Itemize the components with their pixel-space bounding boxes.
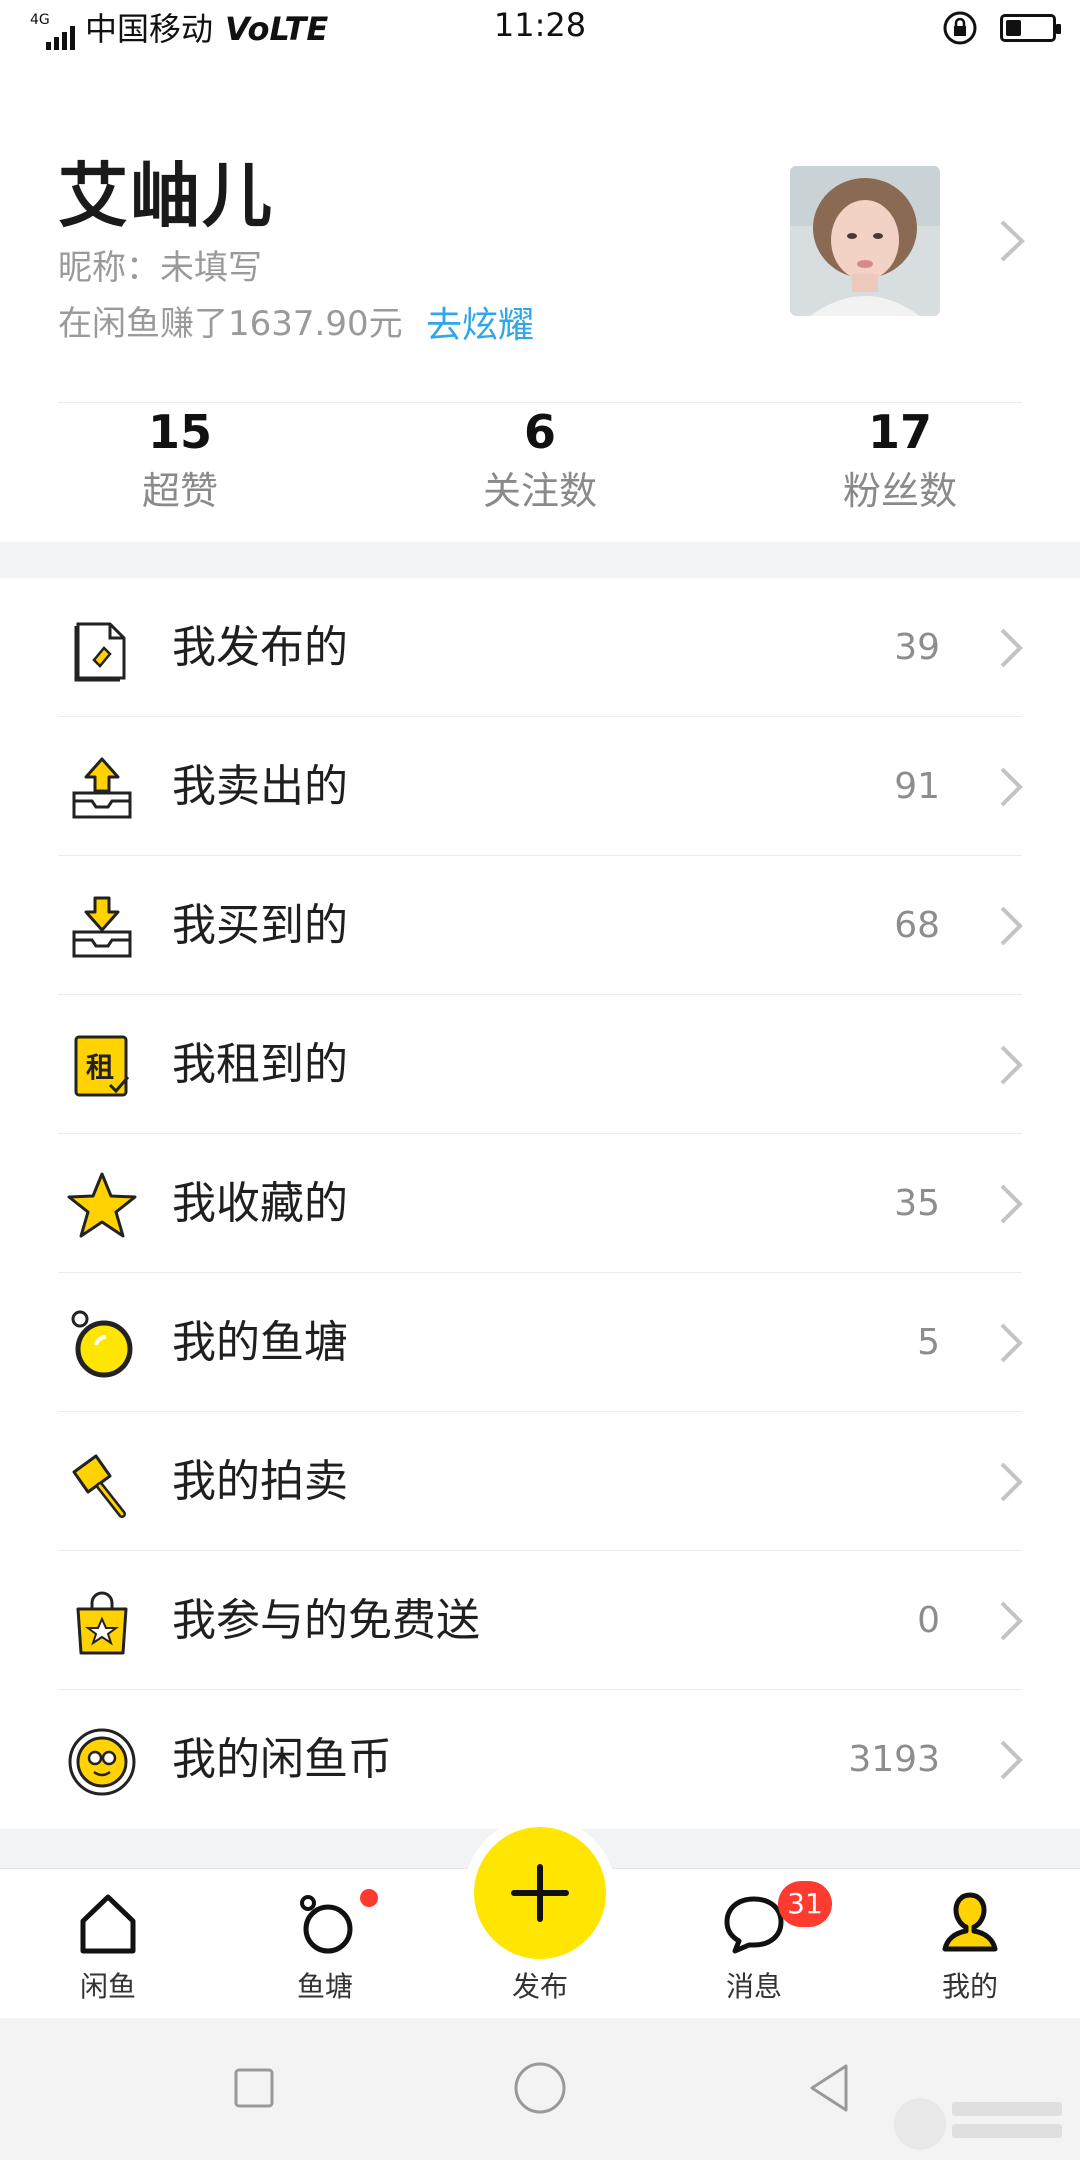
chevron-right-icon [1000, 767, 1023, 807]
gift-bag-icon [76, 1591, 128, 1655]
status-time: 11:28 [493, 6, 587, 44]
chevron-right-icon [1000, 906, 1023, 946]
sold-box-icon [72, 757, 132, 819]
stat-followers[interactable]: 17 粉丝数 [720, 404, 1080, 540]
status-bar: 4G 中国移动 VoLTE 11:28 [0, 0, 1080, 58]
auction-hammer-icon [72, 1454, 126, 1518]
tab-messages[interactable]: 31 消息 [684, 1869, 832, 2019]
divider [58, 402, 1022, 403]
menu-count: 5 [917, 1322, 940, 1363]
menu-count: 68 [894, 905, 940, 946]
stat-likes[interactable]: 15 超赞 [0, 404, 360, 540]
stat-label: 超赞 [141, 469, 218, 513]
menu-label: 我的闲鱼币 [172, 1734, 392, 1785]
tab-label: 我的 [941, 1970, 998, 2003]
tab-me[interactable]: 我的 [900, 1869, 1040, 2019]
menu-count: 0 [917, 1600, 940, 1641]
menu-label: 我的拍卖 [172, 1456, 348, 1507]
tab-label: 发布 [511, 1970, 568, 2003]
user-name: 艾岫儿 [58, 155, 274, 237]
home-button-icon[interactable] [510, 2058, 570, 2118]
menu-label: 我发布的 [172, 622, 348, 673]
stats-row: 15 超赞 6 关注数 17 粉丝数 [0, 404, 1080, 540]
tab-pond[interactable]: 鱼塘 [255, 1869, 395, 2019]
show-off-link[interactable]: 去炫耀 [426, 296, 534, 348]
publish-button[interactable] [474, 1827, 606, 1959]
menu-label: 我租到的 [172, 1039, 348, 1090]
profile-header[interactable]: 艾岫儿 昵称：未填写 在闲鱼赚了1637.90元 去炫耀 [0, 120, 1080, 400]
menu-label: 我的鱼塘 [172, 1317, 348, 1368]
earnings-text: 在闲鱼赚了1637.90元 [58, 304, 403, 344]
chevron-right-icon [1000, 1740, 1023, 1780]
chevron-right-icon [1000, 628, 1023, 668]
menu-item-auction[interactable]: 我的拍卖 [0, 1412, 1080, 1551]
tab-publish[interactable]: 发布 [470, 1827, 610, 2019]
status-right [942, 10, 1061, 46]
menu-label: 我收藏的 [172, 1178, 348, 1229]
menu-item-published[interactable]: 我发布的 39 [0, 578, 1080, 717]
star-icon [67, 1172, 137, 1238]
stat-value: 17 [867, 405, 932, 459]
stat-value: 15 [147, 405, 212, 459]
menu-item-free-giveaway[interactable]: 我参与的免费送 0 [0, 1551, 1080, 1690]
menu-list: 我发布的 39 我卖出的 91 我买到的 68 租 我租到的 我收藏的 35 我… [0, 578, 1080, 1829]
menu-item-favorites[interactable]: 我收藏的 35 [0, 1134, 1080, 1273]
rotation-lock-icon [943, 11, 977, 45]
battery-icon [1000, 14, 1061, 42]
message-count-badge: 31 [778, 1881, 832, 1927]
chevron-right-icon [1000, 1045, 1023, 1085]
home-icon [80, 1894, 136, 1954]
plus-icon [511, 1864, 569, 1922]
menu-item-rented[interactable]: 租 我租到的 [0, 995, 1080, 1134]
publish-doc-icon [74, 622, 126, 682]
coin-icon [68, 1728, 136, 1796]
menu-label: 我卖出的 [172, 761, 348, 812]
menu-label: 我买到的 [172, 900, 348, 951]
bought-box-icon [72, 896, 132, 958]
menu-count: 35 [894, 1183, 940, 1224]
tab-label: 鱼塘 [296, 1970, 353, 2003]
chevron-right-icon [1000, 1601, 1023, 1641]
menu-item-bought[interactable]: 我买到的 68 [0, 856, 1080, 995]
stat-following[interactable]: 6 关注数 [360, 404, 720, 540]
stat-label: 关注数 [482, 469, 597, 513]
notification-dot [360, 1889, 378, 1907]
svg-text:租: 租 [86, 1051, 114, 1084]
menu-item-coins[interactable]: 我的闲鱼币 3193 [0, 1690, 1080, 1829]
chevron-right-icon [1000, 1323, 1023, 1363]
menu-label: 我参与的免费送 [172, 1595, 480, 1646]
menu-count: 39 [894, 627, 940, 668]
chevron-right-icon [1000, 220, 1025, 262]
menu-item-sold[interactable]: 我卖出的 91 [0, 717, 1080, 856]
menu-item-pond[interactable]: 我的鱼塘 5 [0, 1273, 1080, 1412]
chevron-right-icon [1000, 1462, 1023, 1502]
tab-label: 消息 [725, 1970, 782, 2003]
tab-label: 闲鱼 [79, 1970, 136, 2003]
stat-label: 粉丝数 [842, 469, 957, 513]
avatar[interactable] [790, 166, 940, 316]
bottom-tab-bar: 闲鱼 鱼塘 发布 31 消息 我的 [0, 1827, 1080, 2019]
section-gap [0, 542, 1080, 578]
rent-icon: 租 [74, 1035, 130, 1097]
stat-value: 6 [523, 405, 556, 459]
menu-count: 3193 [848, 1739, 940, 1780]
pond-icon [71, 1310, 133, 1378]
back-icon[interactable] [800, 2058, 860, 2118]
tab-home[interactable]: 闲鱼 [38, 1869, 178, 2019]
recent-apps-icon[interactable] [224, 2058, 284, 2118]
user-icon [942, 1892, 998, 1952]
user-nickname: 昵称：未填写 [58, 248, 262, 288]
chevron-right-icon [1000, 1184, 1023, 1224]
watermark-logo [894, 2098, 1062, 2150]
menu-count: 91 [894, 766, 940, 807]
pond-tab-icon [300, 1895, 353, 1954]
